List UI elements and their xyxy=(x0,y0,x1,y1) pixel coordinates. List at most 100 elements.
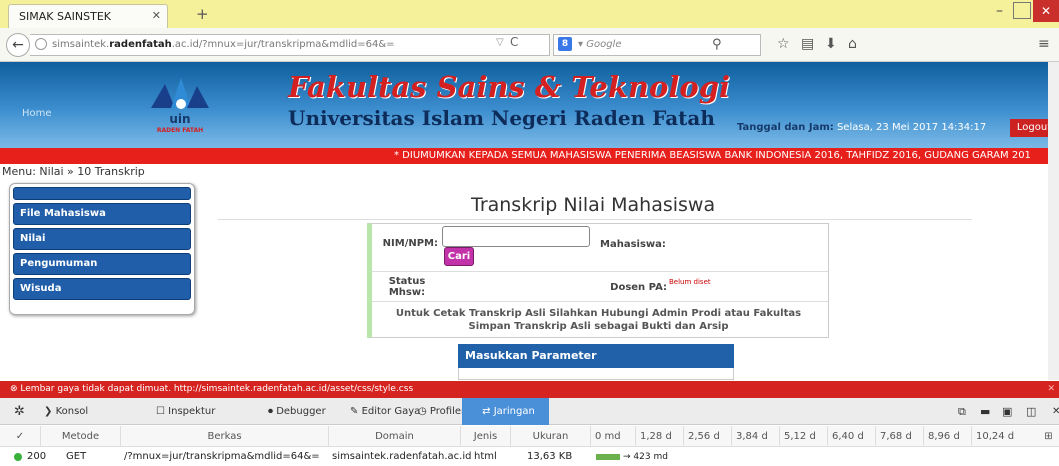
browser-tab[interactable]: SIMAK SAINSTEK ✕ xyxy=(8,4,168,28)
search-engine-icon[interactable]: 8 xyxy=(558,37,572,51)
parameter-panel xyxy=(458,368,734,380)
tab-konsol[interactable]: ❯ Konsol xyxy=(38,398,88,425)
url-prefix: simsaintek. xyxy=(52,39,110,50)
nav-bar: ← simsaintek.radenfatah.ac.id/?mnux=jur/… xyxy=(0,28,1059,62)
maximize-icon[interactable] xyxy=(1013,2,1031,19)
tab-close-icon[interactable]: ✕ xyxy=(152,9,161,22)
devtools-close-icon[interactable]: ✕ xyxy=(1046,398,1059,425)
devtools-settings-icon[interactable]: ✲ xyxy=(8,398,25,425)
error-text: Lembar gaya tidak dapat dimuat. http://s… xyxy=(20,384,414,394)
svg-text:uin: uin xyxy=(169,112,190,126)
mahasiswa-label: Mahasiswa: xyxy=(600,239,666,250)
datetime-display: Tanggal dan Jam: Selasa, 23 Mei 2017 14:… xyxy=(737,122,986,133)
note-line-2: Simpan Transkrip Asli sebagai Bukti dan … xyxy=(468,321,729,332)
row-size: 13,63 KB xyxy=(527,451,573,462)
datetime-label: Tanggal dan Jam: xyxy=(737,122,834,133)
window-close-icon[interactable]: ✕ xyxy=(1033,0,1059,22)
row-file: /?mnux=jur/transkripma&mdlid=64&= xyxy=(124,451,320,462)
col-berkas[interactable]: Berkas xyxy=(120,426,328,447)
new-tab-icon[interactable]: + xyxy=(196,5,209,23)
url-host: radenfatah xyxy=(109,39,172,50)
row-status: 200 xyxy=(27,451,47,462)
col-timeline-3: 3,84 d xyxy=(731,426,779,447)
search-icon[interactable]: ⚲ xyxy=(712,37,722,52)
university-subtitle: Universitas Islam Negeri Raden Fatah xyxy=(288,106,715,130)
menu-icon[interactable]: ≡ xyxy=(1038,36,1050,52)
table-row[interactable]: 200 GET /?mnux=jur/transkripma&mdlid=64&… xyxy=(0,448,1059,466)
globe-icon xyxy=(35,38,47,50)
page-scrollbar[interactable] xyxy=(1048,62,1059,380)
parameter-header: Masukkan Parameter xyxy=(458,344,734,368)
faculty-title: Fakultas Sains & Teknologi xyxy=(288,70,731,104)
title-divider xyxy=(218,219,972,220)
css-error-bar: ⊗ Lembar gaya tidak dapat dimuat. http:/… xyxy=(0,381,1059,398)
status-label: Status Mhsw: xyxy=(388,276,426,298)
sidebar-item-blank[interactable] xyxy=(13,187,191,200)
devtools-layout-icon[interactable]: ▣ xyxy=(996,398,1012,425)
col-ukuran[interactable]: Ukuran xyxy=(510,426,590,447)
tab-title: SIMAK SAINSTEK xyxy=(19,10,112,23)
col-domain[interactable]: Domain xyxy=(328,426,460,447)
dosen-label: Dosen PA: xyxy=(610,282,667,293)
row-method: GET xyxy=(66,451,87,462)
col-timeline-4: 5,12 d xyxy=(779,426,827,447)
col-jenis[interactable]: Jenis xyxy=(460,426,510,447)
devtools-pick-icon[interactable]: ⧉ xyxy=(952,398,966,425)
error-close-icon[interactable]: ✕ xyxy=(1047,381,1055,398)
cari-button[interactable]: Cari xyxy=(444,247,474,266)
sidebar-item-file-mahasiswa[interactable]: File Mahasiswa xyxy=(13,203,191,225)
row-time: → 423 md xyxy=(623,452,668,462)
search-box[interactable]: ▾ Google xyxy=(553,34,761,56)
download-icon[interactable]: ⬇ xyxy=(825,36,837,52)
url-dropdown-icon[interactable]: ▽ xyxy=(496,37,504,48)
tab-bar: SIMAK SAINSTEK ✕ + – ✕ xyxy=(0,0,1059,28)
nim-input[interactable] xyxy=(442,226,590,247)
timing-bar xyxy=(596,454,620,460)
reading-list-icon[interactable]: ▤ xyxy=(801,36,814,52)
minimize-icon[interactable]: – xyxy=(996,3,1003,19)
col-timeline-2: 2,56 d xyxy=(683,426,731,447)
sidebar-item-pengumuman[interactable]: Pengumuman xyxy=(13,253,191,275)
sidebar-item-nilai[interactable]: Nilai xyxy=(13,228,191,250)
note-line-1: Untuk Cetak Transkrip Asli Silahkan Hubu… xyxy=(395,308,802,319)
home-icon[interactable]: ⌂ xyxy=(848,36,857,52)
tab-debugger[interactable]: ⏺ Debugger xyxy=(262,398,326,425)
datetime-value: Selasa, 23 Mei 2017 14:34:17 xyxy=(833,122,987,133)
devtools-dock-icon[interactable]: ▬ xyxy=(974,398,990,425)
page-title: Transkrip Nilai Mahasiswa xyxy=(471,194,716,216)
tab-inspektur[interactable]: ☐ Inspektur xyxy=(150,398,215,425)
col-options-icon[interactable]: ⊞ xyxy=(1038,426,1059,447)
tab-jaringan[interactable]: ⇄ Jaringan xyxy=(462,398,549,425)
dosen-value: Belum diset xyxy=(669,278,711,286)
reload-icon[interactable]: C xyxy=(510,35,518,49)
devtools-split-icon[interactable]: ◫ xyxy=(1020,398,1036,425)
tab-profiler[interactable]: ◷ Profiler xyxy=(412,398,465,425)
print-note: Untuk Cetak Transkrip Asli Silahkan Hubu… xyxy=(372,307,825,333)
col-timeline-1: 1,28 d xyxy=(635,426,683,447)
col-check-icon: ✓ xyxy=(15,431,25,442)
row-domain: simsaintek.radenfatah.ac.id xyxy=(332,451,472,462)
row-divider xyxy=(371,301,828,302)
col-timeline-5: 6,40 d xyxy=(827,426,875,447)
col-metode[interactable]: Metode xyxy=(40,426,120,447)
nim-label: NIM/NPM: xyxy=(382,238,438,249)
row-divider xyxy=(371,271,828,272)
sidebar-item-wisuda[interactable]: Wisuda xyxy=(13,278,191,300)
url-bar[interactable]: simsaintek.radenfatah.ac.id/?mnux=jur/tr… xyxy=(30,34,550,56)
tab-editor-gaya[interactable]: ✎ Editor Gaya xyxy=(344,398,420,425)
col-timeline-0: 0 md xyxy=(590,426,635,447)
col-timeline-7: 8,96 d xyxy=(923,426,971,447)
bookmark-star-icon[interactable]: ☆ xyxy=(777,36,790,52)
col-timeline-6: 7,68 d xyxy=(875,426,923,447)
site-header: Home uin RADEN FATAH Fakultas Sains & Te… xyxy=(0,62,1059,148)
devtools-toolbar: ✲ ❯ Konsol ☐ Inspektur ⏺ Debugger ✎ Edit… xyxy=(0,398,1059,425)
url-rest: .ac.id/?mnux=jur/transkripma&mdlid=64&= xyxy=(171,39,395,50)
svg-text:RADEN FATAH: RADEN FATAH xyxy=(157,127,203,134)
home-link[interactable]: Home xyxy=(22,108,52,119)
network-columns: ✓ Metode Berkas Domain Jenis Ukuran 0 md… xyxy=(0,426,1059,447)
uin-logo-icon: uin RADEN FATAH xyxy=(151,78,209,134)
status-dot-icon xyxy=(14,453,22,461)
search-placeholder: Google xyxy=(586,39,622,50)
back-arrow-icon[interactable]: ← xyxy=(6,33,30,57)
col-timeline-8: 10,24 d xyxy=(971,426,1031,447)
